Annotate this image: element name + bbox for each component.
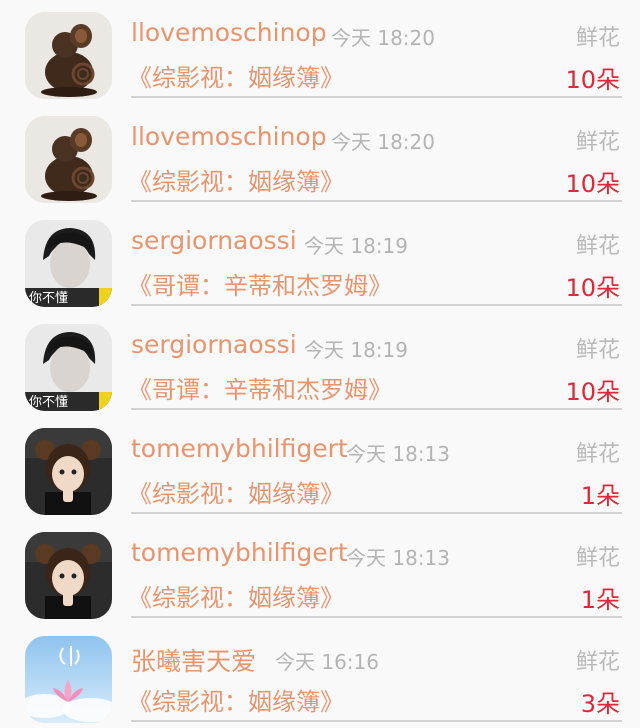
user-avatar[interactable]: 你不懂 [25,220,112,307]
gift-type: 鲜花 [575,650,620,675]
gift-type: 鲜花 [575,130,620,155]
row-divider [131,200,622,202]
gift-type: 鲜花 [575,234,620,259]
book-title-link[interactable]: 《综影视：姻缘簿》 [128,58,344,93]
user-name[interactable]: tomemybhilfigert [131,434,348,463]
gift-count: 3朵 [580,690,620,718]
gift-type: 鲜花 [575,442,620,467]
user-avatar[interactable] [25,12,112,99]
user-name[interactable]: tomemybhilfigert [131,538,348,567]
user-avatar[interactable]: 你不懂 [25,324,112,411]
boy-portrait-avatar-icon: 你不懂 [25,220,112,307]
book-title-link[interactable]: 《综影视：姻缘簿》 [128,682,344,717]
user-avatar[interactable] [25,116,112,203]
gift-record-list: llovemoschinop 今天 18:20 鲜花 《综影视：姻缘簿》 10朵… [0,0,640,726]
row-divider [131,408,622,410]
gift-count: 10朵 [565,274,620,302]
row-divider [131,720,622,722]
book-title-link[interactable]: 《综影视：姻缘簿》 [128,474,344,509]
row-divider [131,96,622,98]
user-avatar[interactable] [25,428,112,515]
book-title-link[interactable]: 《综影视：姻缘簿》 [128,162,344,197]
gift-type: 鲜花 [575,26,620,51]
gift-record-row[interactable]: tomemybhilfigert 今天 18:13 鲜花 《综影视：姻缘簿》 1… [0,416,640,520]
book-title-link[interactable]: 《哥谭：辛蒂和杰罗姆》 [128,266,392,301]
user-avatar[interactable] [25,636,112,723]
carved-mouse-avatar-icon [25,116,112,203]
lotus-sky-avatar-icon [25,636,112,723]
gift-count: 10朵 [565,170,620,198]
little-girl-avatar-icon [25,532,112,619]
gift-record-row[interactable]: 张曦害天爱 今天 16:16 鲜花 《综影视：姻缘簿》 3朵 [0,624,640,728]
user-name[interactable]: 张曦害天爱 [131,642,256,678]
gift-time: 今天 18:13 [346,442,450,466]
carved-mouse-avatar-icon [25,12,112,99]
gift-record-row[interactable]: tomemybhilfigert 今天 18:13 鲜花 《综影视：姻缘簿》 1… [0,520,640,624]
book-title-link[interactable]: 《哥谭：辛蒂和杰罗姆》 [128,370,392,405]
gift-time: 今天 18:20 [331,130,435,154]
svg-text:你不懂: 你不懂 [29,395,68,410]
gift-count: 1朵 [580,482,620,510]
user-name[interactable]: sergiornaossi [131,330,297,359]
gift-time: 今天 18:19 [304,338,408,362]
user-name[interactable]: llovemoschinop [131,122,327,151]
gift-time: 今天 18:13 [346,546,450,570]
gift-time: 今天 16:16 [275,650,379,674]
gift-record-row[interactable]: 你不懂 sergiornaossi 今天 18:19 鲜花 《哥谭：辛蒂和杰罗姆… [0,208,640,312]
book-title-link[interactable]: 《综影视：姻缘簿》 [128,578,344,613]
row-divider [131,616,622,618]
gift-time: 今天 18:19 [304,234,408,258]
gift-time: 今天 18:20 [331,26,435,50]
gift-record-row[interactable]: llovemoschinop 今天 18:20 鲜花 《综影视：姻缘簿》 10朵 [0,0,640,104]
svg-text:你不懂: 你不懂 [29,291,68,306]
row-divider [131,304,622,306]
gift-type: 鲜花 [575,546,620,571]
gift-count: 1朵 [580,586,620,614]
user-avatar[interactable] [25,532,112,619]
row-divider [131,512,622,514]
gift-record-row[interactable]: llovemoschinop 今天 18:20 鲜花 《综影视：姻缘簿》 10朵 [0,104,640,208]
gift-count: 10朵 [565,378,620,406]
gift-record-row[interactable]: 你不懂 sergiornaossi 今天 18:19 鲜花 《哥谭：辛蒂和杰罗姆… [0,312,640,416]
user-name[interactable]: sergiornaossi [131,226,297,255]
gift-count: 10朵 [565,66,620,94]
user-name[interactable]: llovemoschinop [131,18,327,47]
boy-portrait-avatar-icon: 你不懂 [25,324,112,411]
gift-type: 鲜花 [575,338,620,363]
little-girl-avatar-icon [25,428,112,515]
